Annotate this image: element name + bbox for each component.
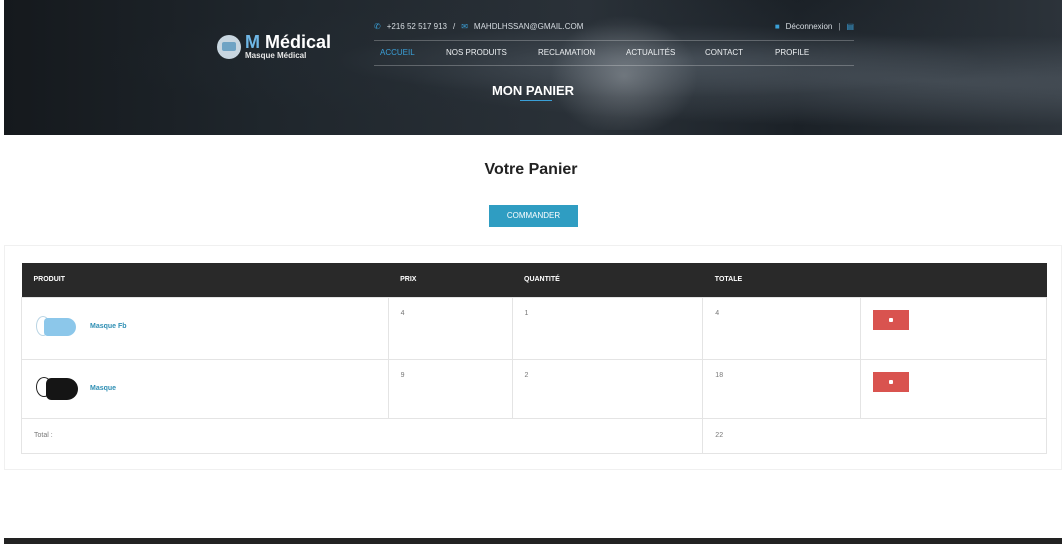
nav-item-accueil[interactable]: ACCUEIL xyxy=(380,48,415,57)
nav-item-reclamation[interactable]: RECLAMATION xyxy=(538,48,595,57)
action-cell xyxy=(860,358,1047,419)
site-logo[interactable]: M Médical Masque Médical xyxy=(217,33,331,60)
header-actions xyxy=(861,263,1047,297)
total-label: Total : xyxy=(20,417,704,454)
footer xyxy=(4,538,1062,544)
blue-mask-image[interactable] xyxy=(34,312,80,342)
trash-icon xyxy=(889,379,894,384)
cart-heading: Votre Panier xyxy=(484,161,578,178)
black-mask-image[interactable] xyxy=(34,374,80,404)
product-link[interactable]: Masque Fb xyxy=(90,323,127,330)
header-totale: TOTALE xyxy=(714,276,743,284)
table-row: Masque Fb 4 1 4 xyxy=(21,296,1047,360)
nav-item-profile[interactable]: PROFILE xyxy=(775,48,809,57)
main-navigation: ACCUEIL NOS PRODUITS RECLAMATION ACTUALI… xyxy=(374,40,854,66)
logout-link[interactable]: Déconnexion xyxy=(786,22,833,31)
nav-item-actualites[interactable]: ACTUALITÉS xyxy=(626,48,675,57)
logo-title: M Médical xyxy=(245,32,332,52)
cart-table: PRODUIT PRIX QUANTITÉ TOTALE Masque Fb 4… xyxy=(20,263,1047,454)
table-header-row: PRODUIT PRIX QUANTITÉ TOTALE xyxy=(21,263,1047,297)
email-address[interactable]: MAHDLHSSAN@GMAIL.COM xyxy=(474,22,583,31)
product-cell: Masque xyxy=(21,358,389,419)
cart-icon[interactable]: ▤ xyxy=(846,22,854,31)
price-cell: 9 xyxy=(387,358,513,419)
delete-button[interactable] xyxy=(873,371,910,392)
header-quantite: QUANTITÉ xyxy=(524,276,560,284)
row-total-cell: 18 xyxy=(702,358,862,419)
header-produit: PRODUIT xyxy=(33,276,66,284)
action-cell xyxy=(860,296,1047,360)
row-total-cell: 4 xyxy=(702,296,862,360)
phone-number: +216 52 517 913 xyxy=(386,22,447,31)
total-row: Total : 22 xyxy=(20,417,1047,454)
nav-item-nos-produits[interactable]: NOS PRODUITS xyxy=(446,48,507,57)
trash-icon xyxy=(889,317,894,322)
header-prix: PRIX xyxy=(400,276,417,284)
top-contact-bar: ✆ +216 52 517 913 / ✉ MAHDLHSSAN@GMAIL.C… xyxy=(374,22,854,36)
table-row: Masque 9 2 18 xyxy=(21,358,1047,419)
mail-icon: ✉ xyxy=(461,22,468,31)
product-cell: Masque Fb xyxy=(21,296,389,360)
quantity-cell: 1 xyxy=(511,296,704,360)
hero-banner: M Médical Masque Médical ✆ +216 52 517 9… xyxy=(4,0,1062,135)
quantity-cell: 2 xyxy=(511,358,704,419)
commander-button[interactable]: COMMANDER xyxy=(489,205,578,227)
nav-item-contact[interactable]: CONTACT xyxy=(705,48,743,57)
logo-subtitle: Masque Médical xyxy=(245,51,307,60)
total-value: 22 xyxy=(702,417,1047,454)
topbar-divider: | xyxy=(838,22,841,31)
phone-icon: ✆ xyxy=(374,22,381,31)
title-underline xyxy=(520,100,552,101)
product-link[interactable]: Masque xyxy=(90,385,116,392)
price-cell: 4 xyxy=(387,296,513,360)
mask-logo-icon xyxy=(217,34,241,59)
contact-separator: / xyxy=(452,22,456,31)
delete-button[interactable] xyxy=(873,309,910,330)
page-title: MON PANIER xyxy=(491,83,575,98)
lock-icon: ■ xyxy=(774,22,780,31)
